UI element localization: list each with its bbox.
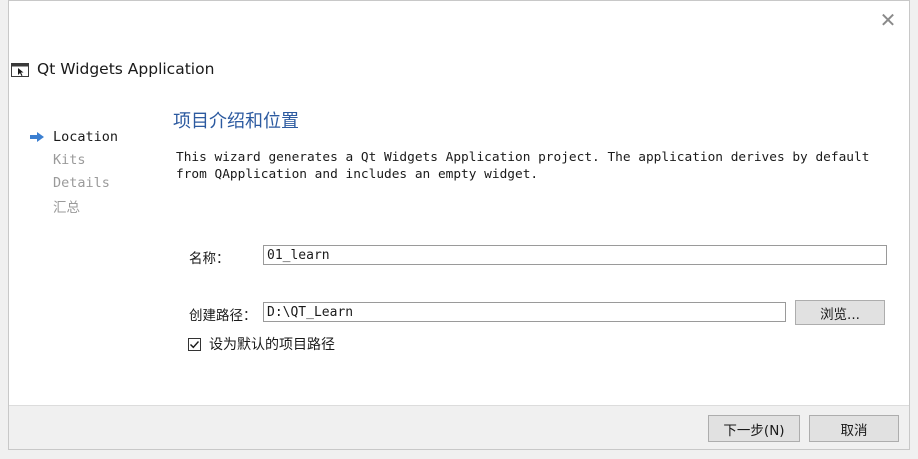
default-path-checkbox[interactable] <box>188 337 201 351</box>
page-description: This wizard generates a Qt Widgets Appli… <box>176 150 870 182</box>
cancel-button[interactable]: 取消 <box>809 415 899 442</box>
step-label: Kits <box>53 151 86 168</box>
path-label: 创建路径： <box>189 308 257 324</box>
path-input[interactable] <box>263 302 786 322</box>
default-path-option[interactable]: 设为默认的项目路径 <box>188 334 335 354</box>
next-button[interactable]: 下一步(N) <box>708 415 800 442</box>
browse-button[interactable]: 浏览... <box>795 300 885 325</box>
step-kits: Kits <box>29 148 118 171</box>
step-label: 汇总 <box>53 199 80 216</box>
current-step-arrow-icon <box>29 131 53 143</box>
name-label: 名称： <box>189 251 230 267</box>
wizard-steps: Location Kits Details 汇总 <box>29 125 118 217</box>
close-icon: ✕ <box>879 8 897 32</box>
page-title: 项目介绍和位置 <box>173 111 299 132</box>
close-button[interactable]: ✕ <box>875 9 901 31</box>
wizard-footer: 下一步(N) 取消 <box>9 405 909 449</box>
step-location: Location <box>29 125 118 148</box>
step-label: Details <box>53 174 110 191</box>
step-details: Details <box>29 171 118 194</box>
qt-app-window-icon <box>11 62 29 77</box>
wizard-header: Qt Widgets Application <box>9 57 214 81</box>
step-summary: 汇总 <box>29 194 118 217</box>
wizard-window: ✕ Qt Widgets Application Location Kits D… <box>8 0 910 450</box>
name-input[interactable] <box>263 245 887 265</box>
step-label: Location <box>53 128 119 145</box>
default-path-label: 设为默认的项目路径 <box>209 337 335 353</box>
wizard-app-title: Qt Widgets Application <box>37 60 215 78</box>
checkmark-icon <box>190 340 200 348</box>
